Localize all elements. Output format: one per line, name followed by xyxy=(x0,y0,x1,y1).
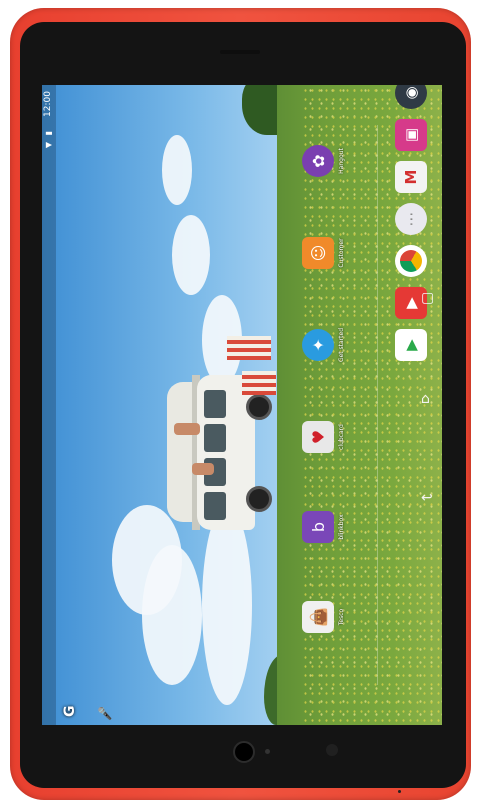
home-icon[interactable]: ⌂ xyxy=(421,391,430,407)
cloud xyxy=(162,135,192,205)
hotseat-divider xyxy=(377,125,378,685)
app-label: blinkbox xyxy=(338,514,345,540)
sparkle-icon: ✦ xyxy=(302,329,334,361)
smiley-icon: ☺ xyxy=(302,237,334,269)
home-app-grid: 👜 Tesco b blinkbox ♥ clubcard ✦ Get star… xyxy=(242,85,372,725)
blinkbox-icon: b xyxy=(302,511,334,543)
flower-icon: ✿ xyxy=(302,145,334,177)
home-screen: ▼ ▮ 12:00 G 🎤 👜 Tesco b blinkbox ♥ clubc… xyxy=(42,85,442,725)
clubcard-icon: ♥ xyxy=(302,421,334,453)
app-label: Tesco xyxy=(338,608,345,626)
app-clubcard[interactable]: ♥ clubcard xyxy=(302,405,345,469)
front-camera xyxy=(233,741,255,763)
earpiece-speaker xyxy=(220,50,260,54)
app-label: Customer xyxy=(338,238,345,268)
microphone-hole xyxy=(398,790,401,793)
wallpaper-person xyxy=(174,423,200,435)
chrome-icon[interactable] xyxy=(395,245,427,277)
proximity-sensor xyxy=(326,744,338,756)
app-customer[interactable]: ☺ Customer xyxy=(302,221,345,285)
app-blinkbox[interactable]: b blinkbox xyxy=(302,495,345,559)
status-time: 12:00 xyxy=(43,91,53,117)
mic-icon[interactable]: 🎤 xyxy=(98,706,112,721)
app-label: Hangout xyxy=(338,148,345,174)
cloud xyxy=(172,215,210,295)
back-icon[interactable]: ↩ xyxy=(421,490,433,506)
status-bar: ▼ ▮ 12:00 xyxy=(42,85,56,725)
recents-icon[interactable]: ▢ xyxy=(421,290,434,306)
light-sensor xyxy=(265,749,270,754)
google-search-icon[interactable]: G xyxy=(62,706,78,718)
app-label: clubcard xyxy=(338,424,345,450)
app-drawer-icon[interactable]: ⋯ xyxy=(395,203,427,235)
gallery-icon[interactable]: ▣ xyxy=(395,119,427,151)
app-get-started[interactable]: ✦ Get started xyxy=(302,313,345,377)
shopping-bag-icon: 👜 xyxy=(302,601,334,633)
camera-icon[interactable]: ◉ xyxy=(395,85,427,109)
status-icons: ▼ ▮ xyxy=(44,129,53,149)
gmail-icon[interactable]: M xyxy=(395,161,427,193)
app-label: Get started xyxy=(338,327,345,363)
wallpaper-person xyxy=(192,463,214,475)
app-hangout[interactable]: ✿ Hangout xyxy=(302,129,345,193)
play-store-icon[interactable]: ▶ xyxy=(395,329,427,361)
app-tesco[interactable]: 👜 Tesco xyxy=(302,585,345,649)
tablet-screen: ▼ ▮ 12:00 G 🎤 👜 Tesco b blinkbox ♥ clubc… xyxy=(42,85,442,725)
